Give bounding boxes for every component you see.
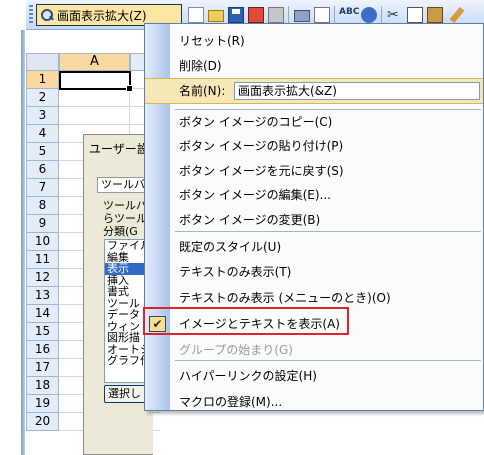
- menu-item-text-only-always[interactable]: テキストのみ表示(T): [145, 261, 483, 283]
- window-left-edge: [0, 0, 26, 455]
- research-icon[interactable]: [361, 7, 377, 23]
- row-header[interactable]: 13: [26, 287, 59, 305]
- toolbar-separator: [288, 6, 289, 24]
- menu-item-reset[interactable]: リセット(R): [145, 30, 483, 52]
- menu-item-label: テキストのみ表示(T): [179, 265, 292, 279]
- category-label: 分類(G: [103, 225, 138, 238]
- paste-icon[interactable]: [427, 7, 443, 23]
- row-header[interactable]: 3: [26, 107, 59, 125]
- toolbar-separator: [381, 6, 382, 24]
- menu-item-label: 既定のスタイル(U): [179, 240, 282, 254]
- spelling-icon[interactable]: ABC: [339, 7, 359, 23]
- dialog-title: ユーザー設: [89, 142, 149, 156]
- row-header[interactable]: 15: [26, 323, 59, 341]
- row-header[interactable]: 8: [26, 197, 59, 215]
- highlight-annotation-box: [143, 307, 349, 335]
- menu-item-reset-image[interactable]: ボタン イメージを元に戻す(S): [145, 160, 483, 182]
- row-header[interactable]: 6: [26, 161, 59, 179]
- row-header[interactable]: 5: [26, 143, 59, 161]
- menu-item-edit-image[interactable]: ボタン イメージの編集(E)...: [145, 184, 483, 206]
- select-all-corner[interactable]: [26, 53, 59, 71]
- toolbar-separator: [334, 6, 335, 24]
- open-folder-icon[interactable]: [208, 10, 224, 22]
- menu-item-label: ボタン イメージの貼り付け(P): [179, 139, 344, 153]
- active-cell-a1[interactable]: [59, 71, 133, 92]
- menu-item-assign-macro[interactable]: マクロの登録(M)...: [145, 391, 483, 413]
- save-icon[interactable]: [228, 7, 244, 23]
- row-header[interactable]: 11: [26, 251, 59, 269]
- menu-item-change-image[interactable]: ボタン イメージの変更(B): [145, 209, 483, 231]
- print-preview-icon[interactable]: [314, 7, 330, 23]
- name-input[interactable]: 画面表示拡大(&Z): [234, 82, 480, 100]
- menu-item-label: テキストのみ表示 (メニューのとき)(O): [179, 291, 391, 305]
- row-header[interactable]: 12: [26, 269, 59, 287]
- row-header[interactable]: 16: [26, 341, 59, 359]
- menu-item-label: マクロの登録(M)...: [179, 395, 283, 409]
- row-header[interactable]: 14: [26, 305, 59, 323]
- menu-item-delete[interactable]: 削除(D): [145, 55, 483, 77]
- row-header[interactable]: 17: [26, 359, 59, 377]
- menu-item-label: ボタン イメージの変更(B): [179, 213, 321, 227]
- copy-icon[interactable]: [407, 7, 423, 23]
- menu-item-label: ボタン イメージの編集(E)...: [179, 188, 331, 202]
- customize-dialog: ユーザー設 ツールバ ツールバ らツール 分類(G ファイル 編集 表示 挿入 書式 ツー…: [83, 134, 153, 455]
- email-icon[interactable]: [268, 7, 284, 23]
- print-icon[interactable]: [294, 10, 310, 22]
- menu-item-label: ハイパーリンクの設定(H): [179, 369, 317, 383]
- dialog-static-text: らツール: [103, 212, 147, 225]
- menu-item-name[interactable]: 名前(N): 画面表示拡大(&Z): [145, 80, 483, 102]
- menu-separator: [175, 231, 481, 232]
- menu-item-begin-group: グループの始まり(G): [145, 339, 483, 361]
- row-header[interactable]: 19: [26, 395, 59, 413]
- row-header[interactable]: 9: [26, 215, 59, 233]
- menu-item-label: リセット(R): [179, 34, 245, 48]
- menu-item-copy-image[interactable]: ボタン イメージのコピー(C): [145, 111, 483, 133]
- menu-item-label: ボタン イメージを元に戻す(S): [179, 164, 344, 178]
- menu-item-label: 名前(N):: [179, 84, 226, 98]
- menu-item-default-style[interactable]: 既定のスタイル(U): [145, 236, 483, 258]
- button-context-menu: リセット(R) 削除(D) 名前(N): 画面表示拡大(&Z) ボタン イメージのコピー…: [144, 23, 484, 411]
- row-header[interactable]: 4: [26, 125, 59, 143]
- row-header[interactable]: 7: [26, 179, 59, 197]
- zoom-button-label: 画面表示拡大(Z): [57, 8, 147, 23]
- cut-icon[interactable]: ✂: [387, 7, 403, 23]
- permission-icon[interactable]: [248, 7, 264, 23]
- row-header[interactable]: 20: [26, 413, 59, 431]
- dialog-static-text: ツールバ: [103, 199, 147, 212]
- menu-separator: [175, 109, 481, 110]
- menu-item-label: 削除(D): [179, 59, 222, 73]
- new-doc-icon[interactable]: [188, 7, 204, 23]
- row-header[interactable]: 2: [26, 89, 59, 107]
- row-header[interactable]: 18: [26, 377, 59, 395]
- magnifier-icon: [40, 8, 54, 22]
- column-header-a[interactable]: A: [59, 53, 130, 71]
- menu-item-label: グループの始まり(G): [179, 343, 293, 357]
- toolbar-grip-handle[interactable]: [29, 5, 33, 25]
- format-painter-icon[interactable]: [449, 6, 465, 24]
- menu-item-assign-hyperlink[interactable]: ハイパーリンクの設定(H): [145, 365, 483, 387]
- menu-item-label: ボタン イメージのコピー(C): [179, 115, 333, 129]
- row-header[interactable]: 10: [26, 233, 59, 251]
- row-header[interactable]: 1: [26, 71, 59, 89]
- menu-item-paste-image[interactable]: ボタン イメージの貼り付け(P): [145, 135, 483, 157]
- menu-item-text-only-in-menus[interactable]: テキストのみ表示 (メニューのとき)(O): [145, 287, 483, 309]
- window-edge-line: [21, 30, 25, 455]
